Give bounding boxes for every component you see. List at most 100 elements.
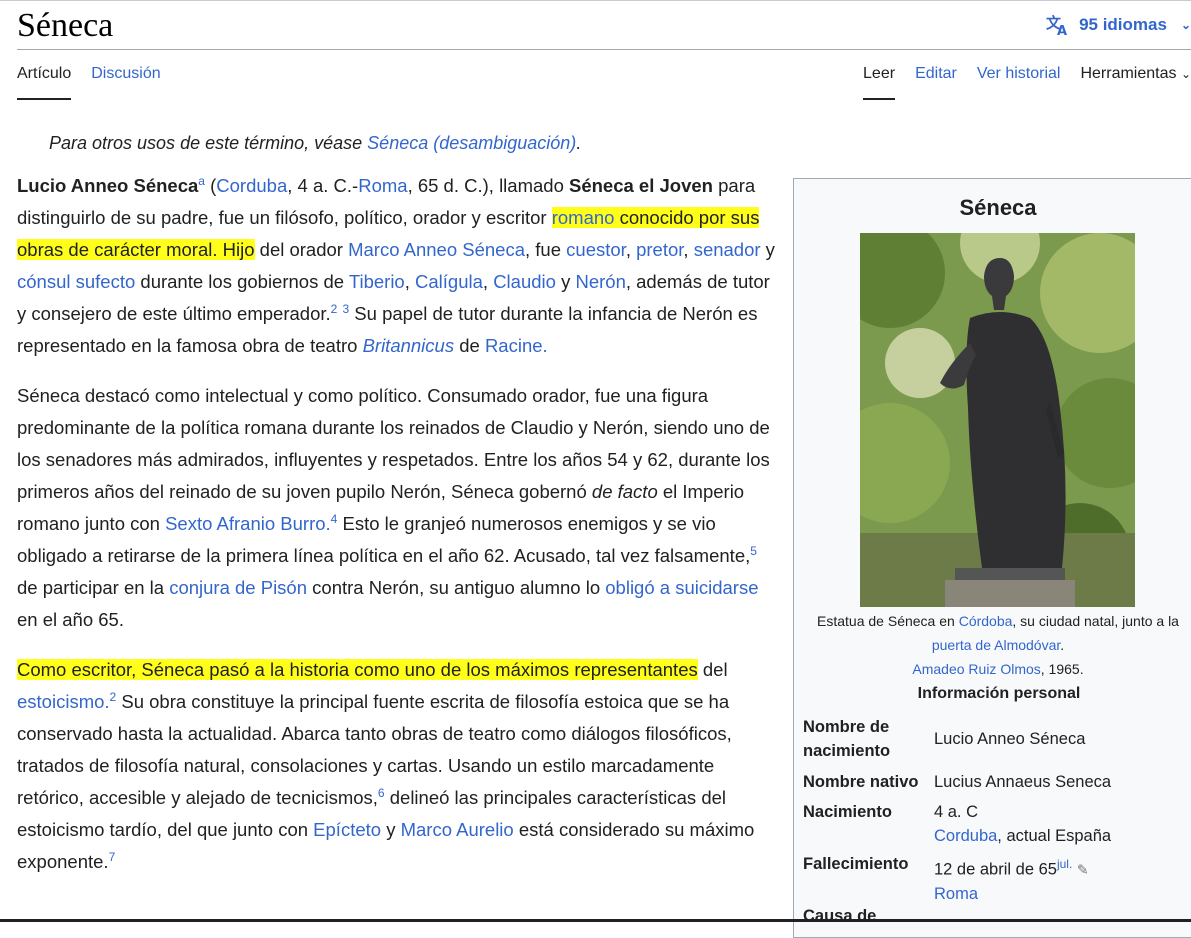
birth-date: 4 a. C (934, 803, 979, 821)
ref-6[interactable]: 6 (378, 786, 385, 800)
top-border (0, 0, 1191, 1)
image-caption: Estatua de Séneca en Córdoba, su ciudad … (810, 609, 1186, 681)
text: , 4 a. C.- (287, 175, 359, 196)
row-label: Nombre nativo (803, 773, 919, 791)
text: contra Nerón, su antiguo alumno lo (307, 577, 606, 598)
text: , (404, 271, 416, 292)
chevron-down-icon: ⌄ (1180, 67, 1191, 81)
link-cordoba[interactable]: Córdoba (959, 613, 1013, 629)
italic-term: de facto (591, 481, 658, 502)
text: , (482, 271, 494, 292)
tab-discussion[interactable]: Discusión (91, 62, 160, 100)
row-label: Nacimiento (803, 803, 892, 821)
ref-7[interactable]: 7 (109, 850, 116, 864)
svg-text:A: A (1057, 24, 1067, 36)
link-consul[interactable]: cónsul sufecto (17, 271, 135, 292)
tools-label: Herramientas (1080, 65, 1177, 82)
subject-name: Lucio Anneo Séneca (17, 175, 199, 196)
link-puerta-almodovar[interactable]: puerta de Almodóvar (932, 637, 1060, 653)
link-cuestor[interactable]: cuestor (566, 239, 626, 260)
link-neron[interactable]: Nerón (575, 271, 625, 292)
julian-note[interactable]: jul. (1057, 857, 1072, 871)
tab-edit[interactable]: Editar (915, 62, 957, 98)
link-amadeo[interactable]: Amadeo Ruiz Olmos (912, 661, 1040, 677)
row-label: Fallecimiento (803, 855, 909, 873)
paragraph-writer: Como escritor, Séneca pasó a la historia… (17, 654, 777, 878)
link-suicidio[interactable]: obligó a suicidarse (605, 577, 758, 598)
note-ref[interactable]: a (198, 174, 205, 188)
link-conjura[interactable]: conjura de Pisón (169, 577, 307, 598)
link-romano[interactable]: romano (552, 207, 615, 228)
tab-tools[interactable]: Herramientas ⌄ (1080, 62, 1191, 98)
languages-label: 95 idiomas (1079, 15, 1167, 34)
link-claudio[interactable]: Claudio (493, 271, 556, 292)
text: , actual España (997, 827, 1112, 845)
text: del orador (254, 239, 349, 260)
paragraph-intro: Lucio Anneo Sénecaa (Corduba, 4 a. C.-Ro… (17, 170, 777, 362)
row-value: Lucius Annaeus Seneca (934, 773, 1112, 791)
namespace-tabs: Artículo Discusión (17, 62, 161, 100)
text: , 1965. (1040, 661, 1084, 677)
paragraph-politics: Séneca destacó como intelectual y como p… (17, 380, 777, 636)
text: en el año 65. (17, 609, 124, 630)
text: . (1060, 637, 1065, 653)
text: , (625, 239, 637, 260)
article-body: Lucio Anneo Sénecaa (Corduba, 4 a. C.-Ro… (17, 170, 777, 896)
link-corduba[interactable]: Corduba (934, 827, 997, 845)
text: Estatua de Séneca en (817, 613, 959, 629)
row-label: Causa de (803, 907, 877, 925)
text: , fue (525, 239, 567, 260)
italic-title: Britannicus (362, 335, 455, 356)
death-date: 12 de abril de 65 (934, 860, 1057, 879)
language-button[interactable]: 文 A 95 idiomas ⌄ (1045, 12, 1191, 38)
link-pretor[interactable]: pretor (636, 239, 683, 260)
link-estoicismo[interactable]: estoicismo. (17, 691, 110, 712)
row-label: Nombre de nacimiento (803, 718, 891, 760)
tab-history[interactable]: Ver historial (977, 62, 1061, 98)
tab-read[interactable]: Leer (863, 62, 896, 100)
title-divider (17, 49, 1191, 50)
hatnote: Para otros usos de este término, véase S… (49, 130, 581, 156)
ref-2[interactable]: 2 (331, 302, 338, 316)
text: de (454, 335, 485, 356)
tab-article[interactable]: Artículo (17, 62, 72, 100)
link-epicteto[interactable]: Epícteto (313, 819, 381, 840)
chevron-down-icon: ⌄ (1180, 18, 1191, 32)
link-marco-aurelio[interactable]: Marco Aurelio (401, 819, 514, 840)
view-tabs: Leer Editar Ver historial Herramientas ⌄ (863, 62, 1191, 100)
infobox-title: Séneca (959, 195, 1037, 220)
ref-5[interactable]: 5 (750, 544, 757, 558)
link-caligula[interactable]: Calígula (415, 271, 483, 292)
infobox: Séneca Estatua de Séneca en Córdoba, su … (793, 178, 1191, 938)
infobox-section-header: Información personal (917, 685, 1081, 702)
link-tiberio[interactable]: Tiberio (349, 271, 405, 292)
row-value: 4 a. C Corduba, actual España (934, 800, 1184, 848)
page-title: Séneca (17, 7, 114, 44)
link-burro[interactable]: Sexto Afranio Burro. (165, 513, 331, 534)
link-marco-anneo[interactable]: Marco Anneo Séneca (348, 239, 525, 260)
statue-image[interactable] (860, 233, 1135, 607)
link-roma[interactable]: Roma (934, 885, 978, 903)
text: de participar en la (17, 577, 170, 598)
highlighted-text: Como escritor, Séneca pasó a la historia… (17, 659, 698, 680)
link-racine[interactable]: Racine. (485, 335, 548, 356)
text: , (683, 239, 694, 260)
text: , 65 d. C.), llamado (407, 175, 569, 196)
disambiguation-link[interactable]: Séneca (desambiguación) (367, 133, 576, 153)
text: del (697, 659, 728, 680)
hatnote-suffix: . (576, 133, 582, 153)
link-roma[interactable]: Roma (358, 175, 407, 196)
text: durante los gobiernos de (135, 271, 349, 292)
text: y (555, 271, 576, 292)
text: y (760, 239, 775, 260)
pencil-icon[interactable]: ✎ (1077, 862, 1089, 878)
text: ( (204, 175, 217, 196)
text: y (381, 819, 401, 840)
alt-name: Séneca el Joven (569, 175, 713, 196)
link-corduba[interactable]: Corduba (216, 175, 287, 196)
link-britannicus[interactable]: Britannicus (363, 335, 455, 356)
hatnote-prefix: Para otros usos de este término, véase (49, 133, 368, 153)
translate-icon: 文 A (1045, 14, 1071, 36)
row-value: 12 de abril de 65jul. ✎ Roma (934, 852, 1184, 906)
link-senador[interactable]: senador (694, 239, 761, 260)
